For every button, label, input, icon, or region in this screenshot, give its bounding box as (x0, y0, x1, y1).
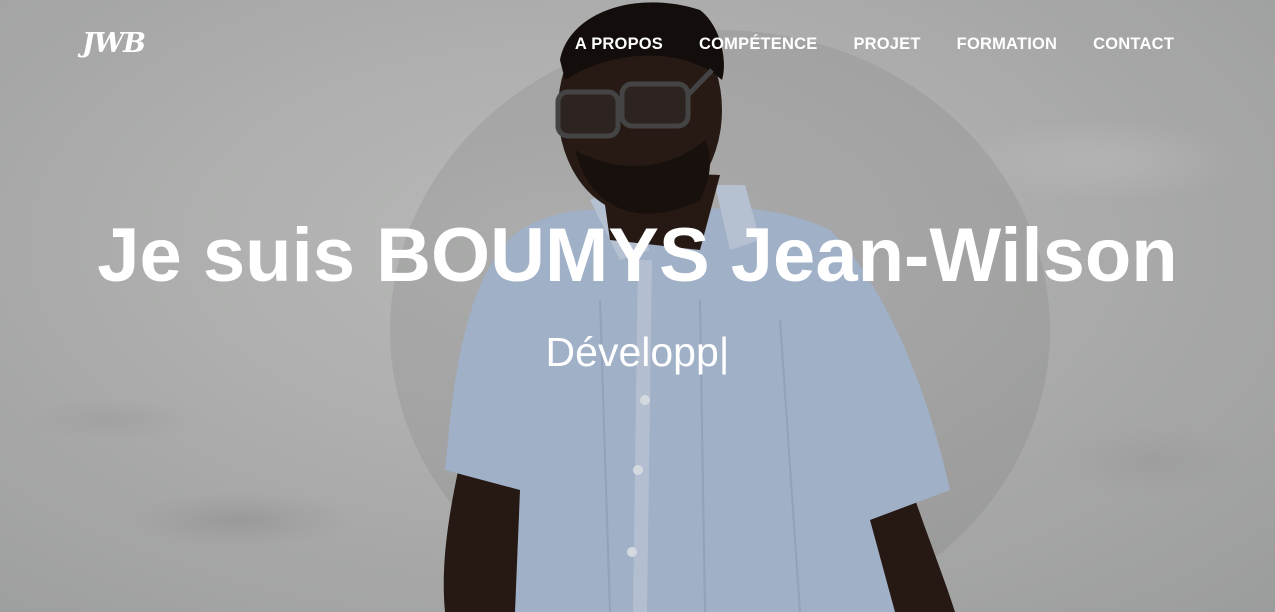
nav-item-a-propos: A PROPOS (575, 34, 663, 54)
nav-link-competence[interactable]: COMPÉTENCE (699, 35, 817, 53)
nav-link-projet[interactable]: PROJET (853, 35, 920, 53)
nav-item-competence: COMPÉTENCE (699, 34, 817, 54)
nav-item-formation: FORMATION (957, 34, 1057, 54)
nav-item-contact: CONTACT (1093, 34, 1174, 54)
typed-subtitle: Développ| (0, 326, 1275, 378)
hero-overlay (0, 0, 1275, 612)
nav-item-projet: PROJET (853, 34, 920, 54)
hero-section: JWB A PROPOS COMPÉTENCE PROJET FORMATION… (0, 0, 1275, 612)
typing-cursor: | (718, 329, 730, 375)
nav-link-contact[interactable]: CONTACT (1093, 35, 1174, 53)
nav-menu: A PROPOS COMPÉTENCE PROJET FORMATION CON… (575, 34, 1174, 54)
brand-logo[interactable]: JWB (82, 28, 146, 60)
hero-headline: Je suis BOUMYS Jean-Wilson (97, 213, 1178, 298)
typed-text: Développ (545, 329, 719, 375)
nav-link-a-propos[interactable]: A PROPOS (575, 35, 663, 53)
top-navbar: JWB A PROPOS COMPÉTENCE PROJET FORMATION… (0, 0, 1275, 88)
nav-link-formation[interactable]: FORMATION (957, 35, 1057, 53)
